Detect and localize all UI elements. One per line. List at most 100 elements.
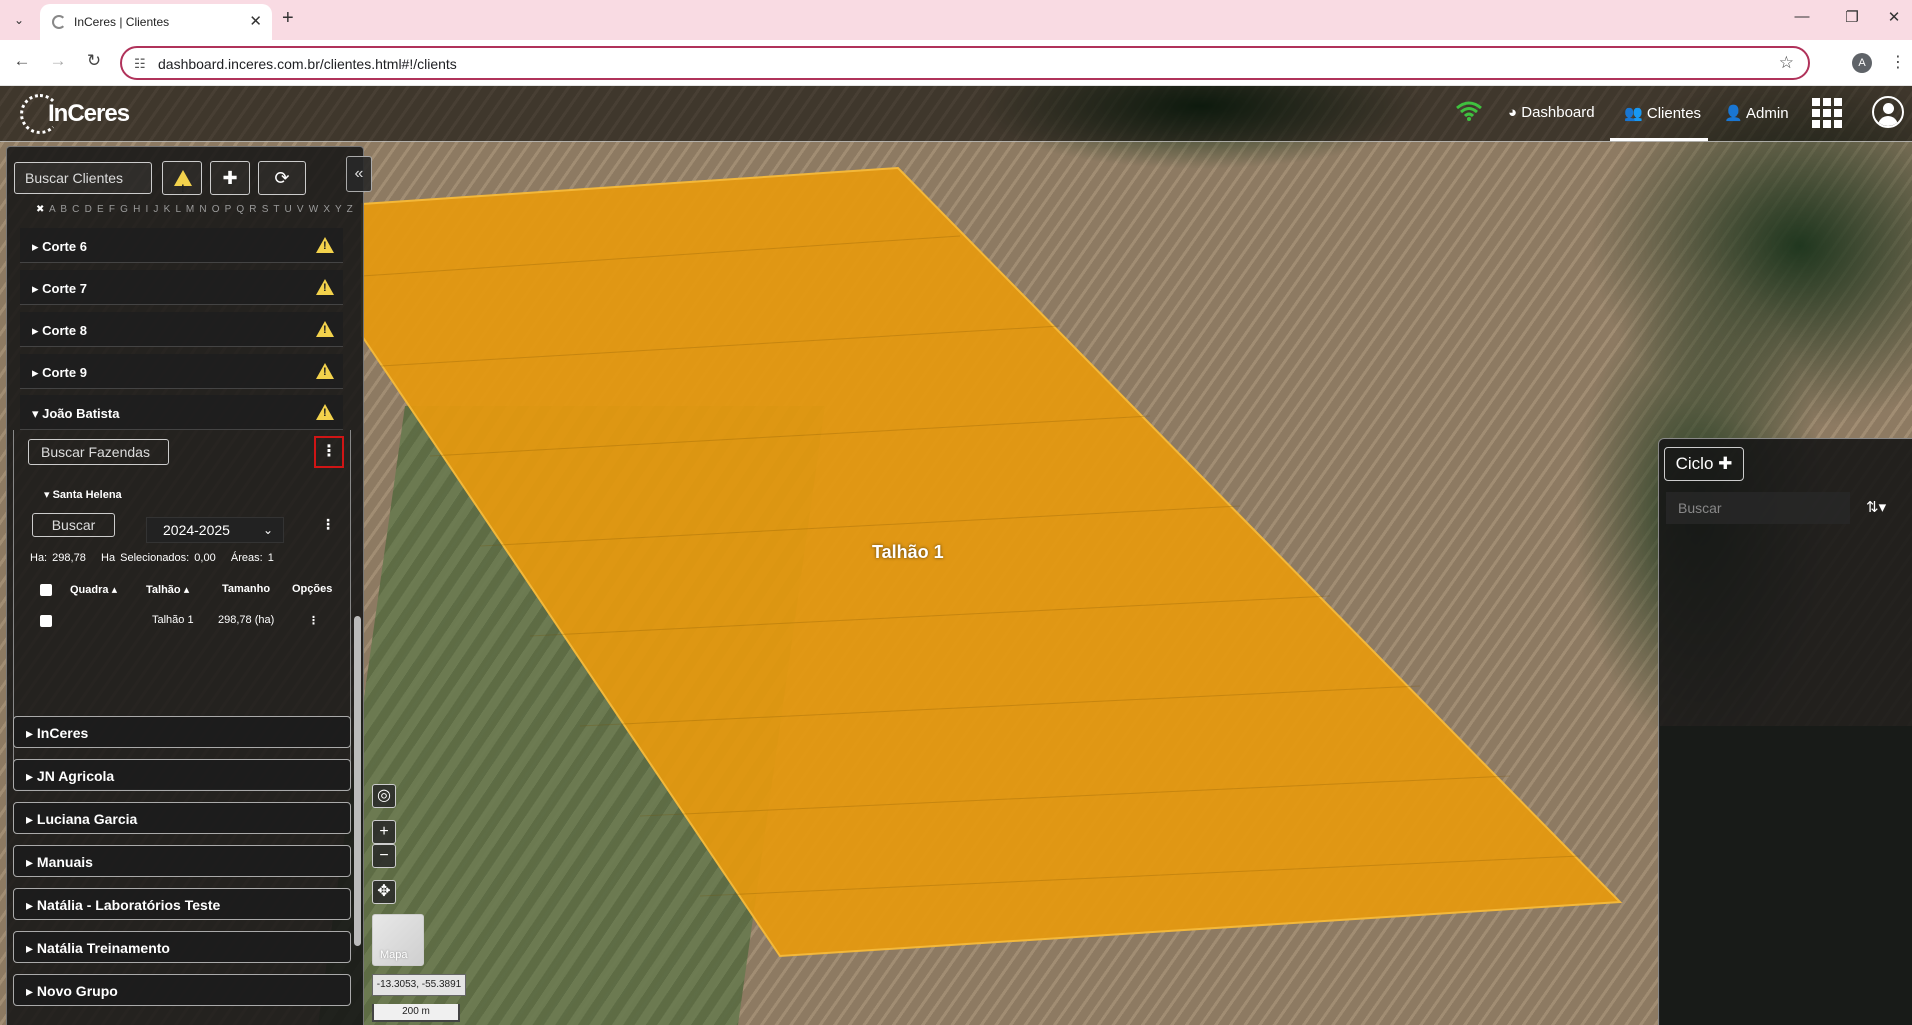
group-row-novo-grupo[interactable]: ▸ Novo Grupo	[13, 974, 351, 1006]
group-row-inceres[interactable]: ▸ InCeres	[13, 716, 351, 748]
warning-icon	[174, 170, 192, 205]
alerts-filter-button[interactable]	[162, 161, 202, 205]
row-options-kebab-icon[interactable]: ⋮	[308, 614, 319, 627]
client-row-corte-9[interactable]: ▸ Corte 9	[20, 354, 343, 389]
client-row-corte-6[interactable]: ▸ Corte 6	[20, 228, 343, 263]
profile-avatar[interactable]: A	[1852, 53, 1872, 73]
browser-tab-strip: ⌄ InCeres | Clientes ✕ + — ❐ ✕	[0, 0, 1912, 40]
apps-grid-icon[interactable]	[1812, 98, 1844, 128]
group-row-manuais[interactable]: ▸ Manuais	[13, 845, 351, 877]
row-checkbox[interactable]	[40, 615, 52, 627]
row-talhao: Talhão 1	[152, 614, 194, 626]
chevron-down-icon: ⌄	[262, 523, 273, 537]
nav-admin-label: Admin	[1746, 105, 1789, 122]
ha-total: Ha: 298,78	[30, 552, 86, 564]
season-select[interactable]: 2024-2025 ⌄	[146, 517, 284, 543]
group-label: ▸ Natália - Laboratórios Teste	[26, 897, 221, 913]
compass-icon[interactable]: ◎	[372, 784, 396, 808]
minimize-icon[interactable]: —	[1790, 8, 1814, 25]
clear-filter-icon[interactable]: ✖	[36, 204, 46, 215]
client-row-label: ▸ Corte 8	[32, 323, 87, 338]
sort-dropdown-icon[interactable]: ⇅▾	[1866, 498, 1886, 516]
back-arrow-icon[interactable]: ←	[10, 51, 34, 71]
col-quadra-header[interactable]: Quadra ▴	[70, 583, 117, 596]
warning-icon	[316, 404, 334, 420]
client-row-label: ▸ Corte 6	[32, 239, 87, 254]
group-label: ▸ Manuais	[26, 854, 93, 870]
browser-tab[interactable]: InCeres | Clientes ✕	[40, 4, 272, 40]
tab-list-chevron-icon[interactable]: ⌄	[8, 9, 30, 31]
logo-text[interactable]: InCeres	[48, 100, 130, 128]
group-row-luciana-garcia[interactable]: ▸ Luciana Garcia	[13, 802, 351, 834]
farm-options-kebab-icon[interactable]: ⋮	[314, 436, 344, 468]
users-icon: 👥	[1624, 105, 1643, 122]
col-opcoes-header: Opções	[292, 583, 333, 595]
app-header: InCeres ◕ Dashboard 👥 Clientes 👤 Admin	[0, 86, 1912, 142]
bookmark-star-icon[interactable]: ☆	[1779, 53, 1794, 73]
client-row-corte-8[interactable]: ▸ Corte 8	[20, 312, 343, 347]
tab-close-icon[interactable]: ✕	[249, 12, 262, 30]
cycle-panel	[1658, 438, 1912, 1025]
warning-icon	[316, 321, 334, 337]
season-value: 2024-2025	[163, 522, 230, 538]
zoom-in-icon[interactable]: +	[372, 820, 396, 844]
group-label: ▸ Luciana Garcia	[26, 811, 138, 827]
new-tab-plus-icon[interactable]: +	[282, 7, 294, 30]
buscar-input[interactable]: Buscar	[32, 513, 115, 537]
area-stats: Ha: 298,78 Ha Selecionados: 0,00 Áreas: …	[30, 552, 274, 564]
farm-row-santa-helena[interactable]: ▾ Santa Helena	[44, 488, 122, 501]
add-ciclo-button[interactable]: Ciclo ✚	[1664, 447, 1744, 481]
panel-scrollbar[interactable]	[354, 616, 361, 946]
cycle-search-input[interactable]: Buscar	[1666, 492, 1850, 524]
group-row-natalia-laboratorios[interactable]: ▸ Natália - Laboratórios Teste	[13, 888, 351, 920]
plot-label: Talhão 1	[872, 542, 944, 562]
site-info-icon[interactable]: ☷	[134, 56, 146, 72]
alphabet-letters[interactable]: A B C D E F G H I J K L M N O P Q R S T …	[49, 204, 354, 215]
talhao-polygon[interactable]	[361, 166, 1623, 958]
client-row-corte-7[interactable]: ▸ Corte 7	[20, 270, 343, 305]
forward-arrow-icon[interactable]: →	[46, 51, 70, 71]
areas-count: Áreas: 1	[230, 552, 274, 564]
client-row-joao-batista[interactable]: ▾ João Batista	[20, 395, 343, 430]
base-layer-toggle[interactable]: Mapa	[372, 914, 424, 966]
user-account-icon[interactable]	[1872, 96, 1904, 128]
nav-dashboard[interactable]: ◕ Dashboard	[1508, 104, 1595, 121]
browser-menu-icon[interactable]: ⋮	[1890, 52, 1906, 72]
restore-icon[interactable]: ❐	[1840, 8, 1864, 26]
alphabet-filter[interactable]: ✖ A B C D E F G H I J K L M N O P Q R S …	[36, 204, 354, 215]
mouse-coordinates: -13.3053, -55.3891	[372, 974, 466, 996]
select-all-checkbox[interactable]	[40, 584, 52, 596]
search-farms-input[interactable]: Buscar Fazendas	[28, 439, 169, 465]
browser-toolbar: ← → ↻ ☷ dashboard.inceres.com.br/cliente…	[0, 40, 1912, 86]
ha-selected: Ha Selecionados: 0,00	[101, 552, 216, 564]
season-options-kebab-icon[interactable]: ⋮	[321, 516, 335, 533]
client-row-label: ▸ Corte 7	[32, 281, 87, 296]
group-label: ▸ JN Agricola	[26, 768, 115, 784]
loading-favicon-icon	[52, 15, 66, 29]
user-plus-icon: 👤	[1724, 105, 1743, 122]
plus-icon: ✚	[222, 168, 238, 188]
reload-icon[interactable]: ↻	[82, 51, 106, 71]
dashboard-gauge-icon: ◕	[1508, 104, 1518, 121]
wifi-icon	[1456, 101, 1482, 121]
refresh-icon: ⟳	[274, 168, 290, 188]
add-client-button[interactable]: ✚	[210, 161, 250, 195]
group-row-natalia-treinamento[interactable]: ▸ Natália Treinamento	[13, 931, 351, 963]
warning-icon	[316, 363, 334, 379]
search-clients-input[interactable]: Buscar Clientes	[14, 162, 152, 194]
pan-move-icon[interactable]: ✥	[372, 880, 396, 904]
window-close-icon[interactable]: ✕	[1882, 8, 1906, 26]
plus-icon: ✚	[1718, 454, 1733, 473]
client-row-label: ▾ João Batista	[32, 406, 120, 421]
ciclo-label: Ciclo	[1675, 454, 1714, 473]
col-talhao-header[interactable]: Talhão ▴	[146, 583, 189, 596]
zoom-out-icon[interactable]: −	[372, 844, 396, 868]
nav-admin[interactable]: 👤 Admin	[1724, 104, 1789, 122]
collapse-panel-icon[interactable]: «	[346, 156, 372, 192]
refresh-button[interactable]: ⟳	[258, 161, 306, 195]
app-root: Talhão 1 InCeres ◕ Dashboard 👥 Clientes …	[0, 86, 1912, 1025]
nav-clientes[interactable]: 👥 Clientes	[1624, 104, 1701, 122]
layer-label: Mapa	[380, 949, 408, 961]
group-row-jn-agricola[interactable]: ▸ JN Agricola	[13, 759, 351, 791]
address-bar[interactable]: ☷ dashboard.inceres.com.br/clientes.html…	[120, 46, 1810, 80]
